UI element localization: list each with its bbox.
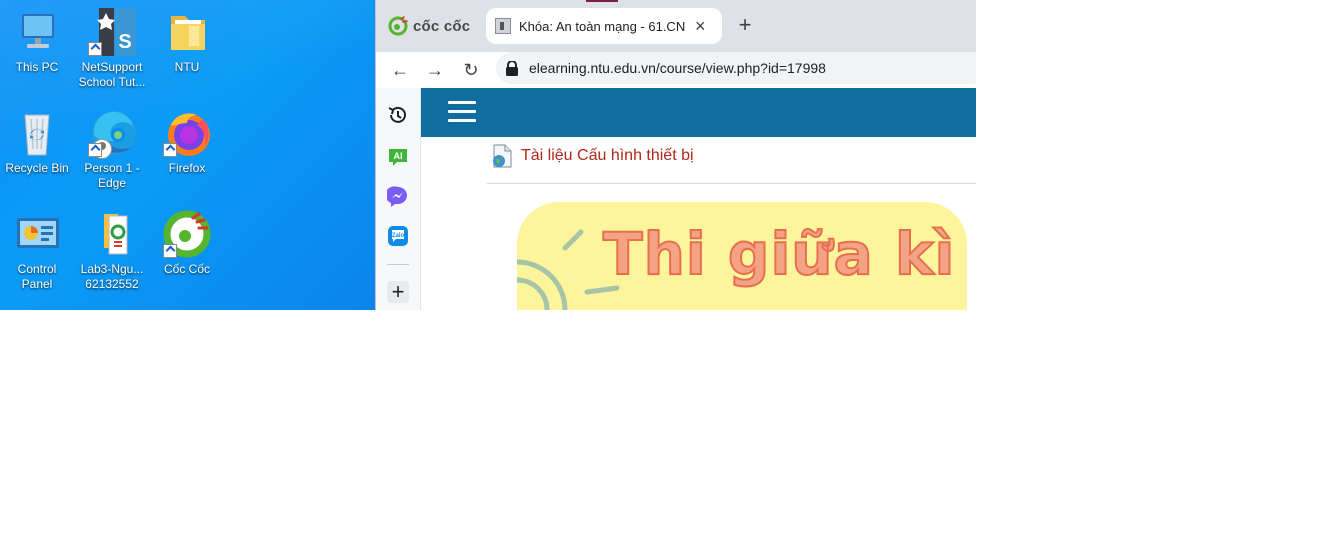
section-divider bbox=[487, 183, 976, 184]
address-url: elearning.ntu.edu.vn/course/view.php?id=… bbox=[529, 60, 826, 76]
desktop-icon-label: Cốc Cốc bbox=[163, 262, 210, 276]
desktop-icon-label: Lab3-Ngu... 62132552 bbox=[80, 262, 144, 291]
desktop-icon-label: This PC bbox=[15, 60, 59, 74]
browser-sidebar: AI Zalo + bbox=[376, 88, 421, 310]
page-content: Tài liệu Cấu hình thiết bị Thi giữa kì bbox=[421, 88, 976, 310]
brand-label: cốc cốc bbox=[413, 17, 471, 35]
site-topbar bbox=[421, 88, 976, 137]
desktop-icon-label: Firefox bbox=[168, 161, 206, 175]
desktop-icon-label: NetSupport School Tut... bbox=[78, 60, 146, 89]
shortcut-arrow-icon bbox=[163, 143, 177, 157]
desktop-icon-edge[interactable]: Person 1 - Edge bbox=[76, 109, 148, 191]
shortcut-arrow-icon bbox=[163, 244, 177, 258]
banner-title: Thi giữa kì bbox=[602, 219, 956, 289]
desktop-icon-ntu[interactable]: NTU bbox=[151, 8, 223, 75]
shortcut-arrow-icon bbox=[88, 42, 102, 56]
messenger-icon[interactable] bbox=[385, 185, 409, 207]
ai-icon[interactable]: AI bbox=[387, 146, 409, 168]
exam-banner-image[interactable]: Thi giữa kì bbox=[517, 202, 967, 310]
desktop-icon-label: Control Panel bbox=[17, 262, 57, 291]
document-icon bbox=[88, 210, 136, 258]
tab-accent-line bbox=[586, 0, 618, 2]
desktop: This PC S NetSupport School Tut... NTU R… bbox=[0, 0, 375, 310]
tab-strip: cốc cốc Khóa: An toàn mạng - 61.CNTT × + bbox=[376, 0, 976, 52]
desktop-icon-control-panel[interactable]: Control Panel bbox=[1, 210, 73, 292]
desktop-icon-this-pc[interactable]: This PC bbox=[1, 8, 73, 75]
resource-link-label: Tài liệu Cấu hình thiết bị bbox=[521, 147, 694, 164]
firefox-icon bbox=[163, 109, 211, 157]
browser-window: cốc cốc Khóa: An toàn mạng - 61.CNTT × +… bbox=[375, 0, 976, 310]
folder-icon bbox=[163, 8, 211, 56]
coccoc-logo-icon bbox=[388, 16, 408, 36]
tab-close-icon[interactable]: × bbox=[695, 17, 706, 35]
desktop-icon-label: NTU bbox=[174, 60, 200, 74]
desktop-icon-netsupport[interactable]: S NetSupport School Tut... bbox=[76, 8, 148, 90]
svg-text:S: S bbox=[118, 31, 131, 53]
resource-link[interactable]: Tài liệu Cấu hình thiết bị bbox=[491, 144, 694, 168]
desktop-icon-coccoc[interactable]: Cốc Cốc bbox=[151, 210, 223, 277]
tab-active[interactable]: Khóa: An toàn mạng - 61.CNTT × bbox=[486, 8, 722, 44]
ai-icon-label: AI bbox=[394, 151, 403, 161]
desktop-icon-label: Recycle Bin bbox=[5, 161, 69, 175]
desktop-icon-lab3[interactable]: Lab3-Ngu... 62132552 bbox=[76, 210, 148, 292]
zalo-icon-label: Zalo bbox=[392, 233, 405, 239]
new-tab-button[interactable]: + bbox=[732, 13, 758, 39]
browser-brand[interactable]: cốc cốc bbox=[388, 15, 470, 37]
add-icon[interactable]: + bbox=[387, 281, 409, 303]
shortcut-arrow-icon bbox=[88, 143, 102, 157]
menu-hamburger-icon[interactable] bbox=[448, 101, 476, 123]
desktop-icon-label: Person 1 - Edge bbox=[84, 161, 140, 190]
history-icon[interactable] bbox=[387, 104, 409, 126]
tab-favicon-icon bbox=[495, 18, 511, 34]
edge-icon bbox=[88, 109, 136, 159]
reload-button[interactable]: ↻ bbox=[458, 57, 484, 83]
address-bar[interactable]: elearning.ntu.edu.vn/course/view.php?id=… bbox=[496, 52, 976, 84]
control-panel-icon bbox=[13, 210, 61, 258]
forward-button[interactable]: → bbox=[422, 57, 448, 83]
netsupport-icon: S bbox=[88, 8, 136, 56]
this-pc-icon bbox=[13, 8, 61, 56]
recycle-bin-icon bbox=[13, 109, 61, 157]
desktop-icon-firefox[interactable]: Firefox bbox=[151, 109, 223, 176]
desktop-icon-recycle-bin[interactable]: Recycle Bin bbox=[1, 109, 73, 176]
tab-title: Khóa: An toàn mạng - 61.CNTT bbox=[519, 18, 685, 34]
zalo-icon[interactable]: Zalo bbox=[387, 225, 409, 247]
browser-toolbar: ← → ↻ elearning.ntu.edu.vn/course/view.p… bbox=[376, 52, 976, 88]
coccoc-icon bbox=[163, 210, 211, 258]
url-resource-icon bbox=[491, 144, 513, 168]
sidebar-divider bbox=[387, 264, 409, 265]
back-button[interactable]: ← bbox=[387, 57, 413, 83]
lock-icon bbox=[505, 59, 519, 76]
